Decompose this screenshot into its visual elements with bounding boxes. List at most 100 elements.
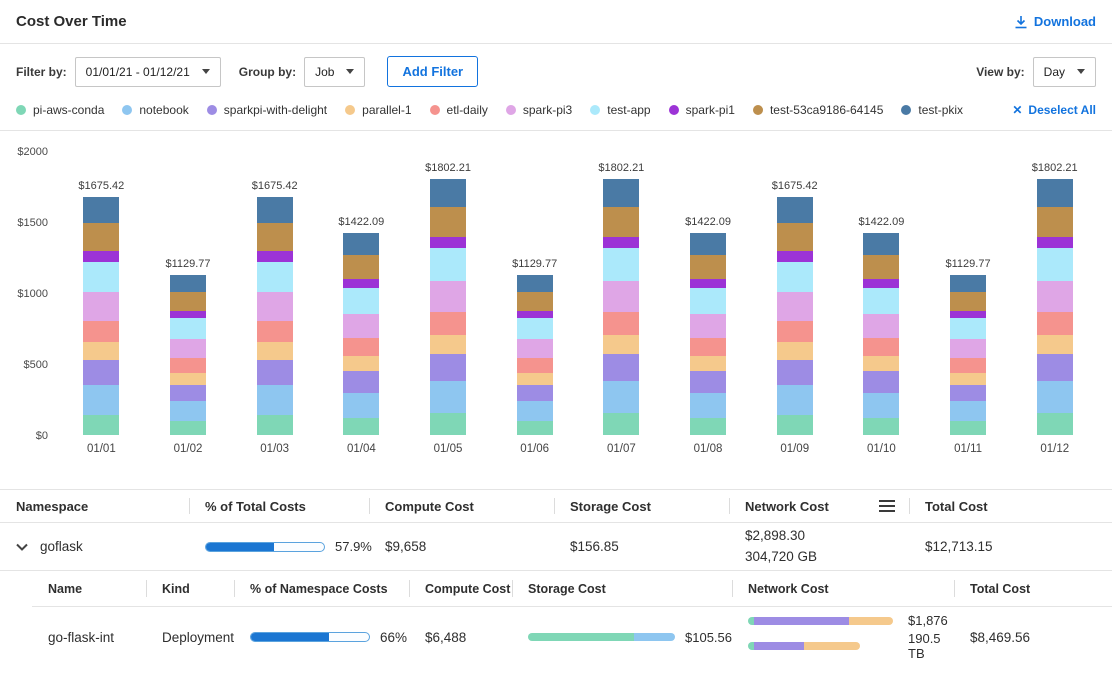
pct-of-total-bar-fill <box>206 543 274 551</box>
bar-01/03[interactable]: $1675.42 <box>231 151 318 435</box>
bar-segment-parallel-1 <box>517 373 553 385</box>
bar-segment-test-pkix <box>170 275 206 293</box>
group-by-select[interactable]: Job <box>304 57 365 87</box>
bar-01/02[interactable]: $1129.77 <box>145 151 232 435</box>
y-tick-label: $500 <box>24 359 48 371</box>
bar-segment-parallel-1 <box>343 356 379 371</box>
workload-storage-cost: $105.56 <box>685 630 732 645</box>
bar-segment-notebook <box>170 401 206 421</box>
view-by-select[interactable]: Day <box>1033 57 1096 87</box>
y-tick-label: $0 <box>36 430 48 442</box>
bar-01/01[interactable]: $1675.42 <box>58 151 145 435</box>
legend-item-test-53ca9186-64145[interactable]: test-53ca9186-64145 <box>753 103 883 117</box>
view-by-value: Day <box>1044 65 1065 79</box>
bar-segment-test-pkix <box>863 233 899 255</box>
bar-segment-parallel-1 <box>690 356 726 371</box>
bar-01/07[interactable]: $1802.21 <box>578 151 665 435</box>
bar-segment-pi-aws-conda <box>950 421 986 435</box>
bar-segment-sparkpi-with-delight <box>1037 354 1073 381</box>
legend-item-label: etl-daily <box>447 103 488 117</box>
legend-item-label: parallel-1 <box>362 103 411 117</box>
download-icon <box>1014 15 1028 29</box>
download-button[interactable]: Download <box>1014 14 1096 29</box>
bar-stack <box>430 179 466 435</box>
date-range-select[interactable]: 01/01/21 - 01/12/21 <box>75 57 221 87</box>
bar-segment-test-app <box>170 318 206 339</box>
cost-table: Namespace % of Total Costs Compute Cost … <box>0 489 1112 667</box>
pct-of-namespace-bar-fill <box>251 633 329 641</box>
y-tick-label: $1500 <box>17 217 48 229</box>
legend-item-etl-daily[interactable]: etl-daily <box>430 103 488 117</box>
bar-01/10[interactable]: $1422.09 <box>838 151 925 435</box>
legend-item-pi-aws-conda[interactable]: pi-aws-conda <box>16 103 104 117</box>
compute-cost-value: $9,658 <box>369 539 554 554</box>
legend-item-test-pkix[interactable]: test-pkix <box>901 103 963 117</box>
menu-icon[interactable] <box>877 498 897 514</box>
bar-segment-test-app <box>517 318 553 339</box>
legend-item-label: spark-pi1 <box>686 103 735 117</box>
bar-segment-spark-pi1 <box>257 251 293 262</box>
network-cost-value: $2,898.30 <box>745 526 909 546</box>
bar-segment-notebook <box>863 393 899 418</box>
cost-table-header: Namespace % of Total Costs Compute Cost … <box>0 489 1112 523</box>
bar-segment-sparkpi-with-delight <box>690 371 726 392</box>
bar-01/12[interactable]: $1802.21 <box>1011 151 1098 435</box>
legend-item-sparkpi-with-delight[interactable]: sparkpi-with-delight <box>207 103 327 117</box>
workload-kind: Deployment <box>146 630 234 645</box>
bar-segment-test-53ca9186-64145 <box>863 255 899 278</box>
bar-segment-etl-daily <box>170 358 206 372</box>
bar-01/04[interactable]: $1422.09 <box>318 151 405 435</box>
group-by-value: Job <box>315 65 334 79</box>
legend-item-test-app[interactable]: test-app <box>590 103 650 117</box>
workload-storage-cell: $105.56 <box>512 630 732 645</box>
bar-segment-notebook <box>517 401 553 421</box>
bar-stack <box>1037 179 1073 435</box>
network-volume-bar <box>748 642 860 650</box>
bar-segment-test-53ca9186-64145 <box>343 255 379 278</box>
x-tick-label: 01/10 <box>838 443 925 463</box>
bar-total-label: $1675.42 <box>231 180 318 192</box>
col-network-cost-label: Network Cost <box>745 499 829 514</box>
legend-item-parallel-1[interactable]: parallel-1 <box>345 103 411 117</box>
bar-segment-notebook <box>690 393 726 418</box>
storage-cost-value: $156.85 <box>554 539 729 554</box>
legend-item-notebook[interactable]: notebook <box>122 103 188 117</box>
bar-segment-pi-aws-conda <box>430 413 466 435</box>
bar-segment-test-app <box>603 248 639 281</box>
workload-network-cost: $1,876 <box>908 613 948 628</box>
deselect-all-button[interactable]: ✕ Deselect All <box>1012 103 1096 117</box>
deselect-all-icon: ✕ <box>1012 103 1022 117</box>
namespace-row-goflask[interactable]: goflask 57.9% $9,658 $156.85 $2,898.30 3… <box>0 523 1112 571</box>
add-filter-button[interactable]: Add Filter <box>387 56 478 87</box>
namespace-detail-table: Name Kind % of Namespace Costs Compute C… <box>32 571 1112 667</box>
view-by-label: View by: <box>976 65 1024 79</box>
bar-segment-test-pkix <box>517 275 553 293</box>
legend-swatch-icon <box>16 105 26 115</box>
bar-segment-pi-aws-conda <box>603 413 639 435</box>
bar-01/06[interactable]: $1129.77 <box>491 151 578 435</box>
bar-01/09[interactable]: $1675.42 <box>751 151 838 435</box>
bar-01/05[interactable]: $1802.21 <box>405 151 492 435</box>
bar-segment-parallel-1 <box>83 342 119 360</box>
bar-01/08[interactable]: $1422.09 <box>665 151 752 435</box>
legend-swatch-icon <box>122 105 132 115</box>
legend-item-spark-pi3[interactable]: spark-pi3 <box>506 103 572 117</box>
bar-segment-spark-pi3 <box>170 339 206 358</box>
bar-segment-etl-daily <box>1037 312 1073 335</box>
bar-segment-pi-aws-conda <box>83 415 119 435</box>
col-network-cost: Network Cost <box>732 571 954 606</box>
workload-row-go-flask-int[interactable]: go-flask-int Deployment 66% $6,488 $105.… <box>32 607 1112 667</box>
bar-segment-pi-aws-conda <box>257 415 293 435</box>
bar-segment-pi-aws-conda <box>343 418 379 435</box>
bar-segment-test-53ca9186-64145 <box>1037 207 1073 236</box>
chevron-down-icon[interactable] <box>16 543 28 551</box>
bar-segment-spark-pi1 <box>517 311 553 318</box>
legend-item-spark-pi1[interactable]: spark-pi1 <box>669 103 735 117</box>
bar-segment-spark-pi1 <box>950 311 986 318</box>
caret-down-icon <box>1077 69 1085 74</box>
bar-segment-test-pkix <box>1037 179 1073 207</box>
x-tick-label: 01/11 <box>925 443 1012 463</box>
pct-of-namespace-bar <box>250 632 370 642</box>
bar-segment-etl-daily <box>83 321 119 342</box>
bar-01/11[interactable]: $1129.77 <box>925 151 1012 435</box>
